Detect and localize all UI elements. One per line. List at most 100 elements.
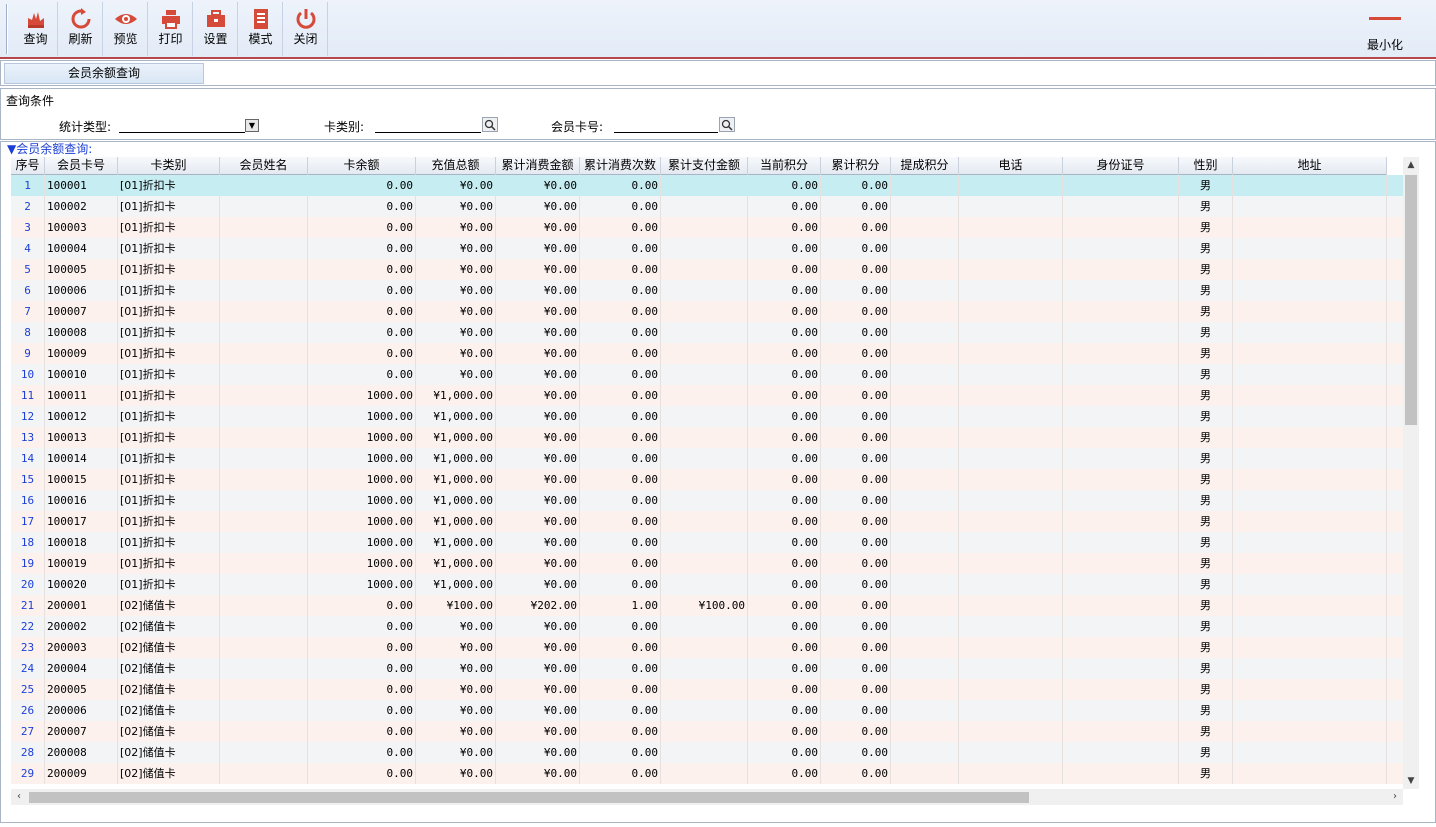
close-button[interactable]: 关闭 bbox=[284, 2, 328, 56]
column-header-phone[interactable]: 电话 bbox=[959, 157, 1063, 175]
table-row[interactable]: 17 100017 [01]折扣卡 1000.00 ¥1,000.00 ¥0.00 0.00… bbox=[11, 511, 1403, 532]
column-header-card-type[interactable]: 卡类别 bbox=[118, 157, 220, 175]
cell-card-type: [02]储值卡 bbox=[118, 595, 220, 616]
minimize-button[interactable]: 最小化 bbox=[1362, 2, 1408, 56]
cell-spend-count: 1.00 bbox=[580, 595, 661, 616]
table-row[interactable]: 10 100010 [01]折扣卡 0.00 ¥0.00 ¥0.00 0.00 0.00 0.0… bbox=[11, 364, 1403, 385]
column-header-recharge-total[interactable]: 充值总额 bbox=[416, 157, 496, 175]
table-row[interactable]: 20 100020 [01]折扣卡 1000.00 ¥1,000.00 ¥0.00 0.00… bbox=[11, 574, 1403, 595]
table-row[interactable]: 3 100003 [01]折扣卡 0.00 ¥0.00 ¥0.00 0.00 0.00 0.00… bbox=[11, 217, 1403, 238]
table-row[interactable]: 25 200005 [02]储值卡 0.00 ¥0.00 ¥0.00 0.00 0.00 0.0… bbox=[11, 679, 1403, 700]
cell-index: 13 bbox=[11, 427, 45, 448]
cell-recharge-total: ¥100.00 bbox=[416, 595, 496, 616]
column-header-total-points[interactable]: 累计积分 bbox=[821, 157, 891, 175]
column-header-gender[interactable]: 性别 bbox=[1179, 157, 1233, 175]
table-row[interactable]: 14 100014 [01]折扣卡 1000.00 ¥1,000.00 ¥0.00 0.00… bbox=[11, 448, 1403, 469]
settings-button[interactable]: 设置 bbox=[194, 2, 238, 56]
cell-total-points: 0.00 bbox=[821, 742, 891, 763]
card-type-input[interactable] bbox=[375, 119, 481, 133]
vertical-scroll-thumb[interactable] bbox=[1405, 175, 1417, 425]
table-row[interactable]: 2 100002 [01]折扣卡 0.00 ¥0.00 ¥0.00 0.00 0.00 0.00… bbox=[11, 196, 1403, 217]
card-no-search-icon[interactable] bbox=[719, 117, 735, 132]
scroll-right-icon[interactable]: › bbox=[1387, 789, 1403, 805]
cell-spend-count: 0.00 bbox=[580, 427, 661, 448]
cell-current-points: 0.00 bbox=[748, 175, 821, 196]
cell-total-paid bbox=[661, 553, 748, 574]
column-header-total-paid[interactable]: 累计支付金额 bbox=[661, 157, 748, 175]
cell-spend-count: 0.00 bbox=[580, 406, 661, 427]
table-row[interactable]: 7 100007 [01]折扣卡 0.00 ¥0.00 ¥0.00 0.00 0.00 0.00… bbox=[11, 301, 1403, 322]
table-row[interactable]: 1 100001 [01]折扣卡 0.00 ¥0.00 ¥0.00 0.00 0.00 0.00… bbox=[11, 175, 1403, 196]
table-row[interactable]: 27 200007 [02]储值卡 0.00 ¥0.00 ¥0.00 0.00 0.00 0.0… bbox=[11, 721, 1403, 742]
table-row[interactable]: 29 200009 [02]储值卡 0.00 ¥0.00 ¥0.00 0.00 0.00 0.0… bbox=[11, 763, 1403, 784]
column-header-address[interactable]: 地址 bbox=[1233, 157, 1387, 175]
table-row[interactable]: 4 100004 [01]折扣卡 0.00 ¥0.00 ¥0.00 0.00 0.00 0.00… bbox=[11, 238, 1403, 259]
table-row[interactable]: 11 100011 [01]折扣卡 1000.00 ¥1,000.00 ¥0.00 0.00… bbox=[11, 385, 1403, 406]
scroll-left-icon[interactable]: ‹ bbox=[11, 789, 27, 805]
print-button[interactable]: 打印 bbox=[149, 2, 193, 56]
column-header-card-no[interactable]: 会员卡号 bbox=[45, 157, 118, 175]
table-row[interactable]: 26 200006 [02]储值卡 0.00 ¥0.00 ¥0.00 0.00 0.00 0.0… bbox=[11, 700, 1403, 721]
table-row[interactable]: 13 100013 [01]折扣卡 1000.00 ¥1,000.00 ¥0.00 0.00… bbox=[11, 427, 1403, 448]
cell-total-points: 0.00 bbox=[821, 469, 891, 490]
table-row[interactable]: 28 200008 [02]储值卡 0.00 ¥0.00 ¥0.00 0.00 0.00 0.0… bbox=[11, 742, 1403, 763]
cell-commission-points bbox=[891, 700, 959, 721]
cell-gender: 男 bbox=[1179, 721, 1233, 742]
table-row[interactable]: 21 200001 [02]储值卡 0.00 ¥100.00 ¥202.00 1.00 ¥10… bbox=[11, 595, 1403, 616]
stat-type-dropdown-arrow-icon[interactable]: ▼ bbox=[245, 119, 259, 132]
stat-type-select[interactable] bbox=[119, 119, 245, 133]
column-header-spend-count[interactable]: 累计消费次数 bbox=[580, 157, 661, 175]
vertical-scrollbar[interactable]: ▲ ▼ bbox=[1403, 157, 1419, 789]
table-row[interactable]: 24 200004 [02]储值卡 0.00 ¥0.00 ¥0.00 0.00 0.00 0.0… bbox=[11, 658, 1403, 679]
refresh-button[interactable]: 刷新 bbox=[59, 2, 103, 56]
table-row[interactable]: 19 100019 [01]折扣卡 1000.00 ¥1,000.00 ¥0.00 0.00… bbox=[11, 553, 1403, 574]
table-row[interactable]: 8 100008 [01]折扣卡 0.00 ¥0.00 ¥0.00 0.00 0.00 0.00… bbox=[11, 322, 1403, 343]
table-row[interactable]: 12 100012 [01]折扣卡 1000.00 ¥1,000.00 ¥0.00 0.00… bbox=[11, 406, 1403, 427]
cell-total-points: 0.00 bbox=[821, 238, 891, 259]
table-row[interactable]: 16 100016 [01]折扣卡 1000.00 ¥1,000.00 ¥0.00 0.00… bbox=[11, 490, 1403, 511]
cell-commission-points bbox=[891, 427, 959, 448]
column-header-index[interactable]: 序号 bbox=[11, 157, 45, 175]
cell-member-name bbox=[220, 217, 308, 238]
cell-commission-points bbox=[891, 469, 959, 490]
cell-total-paid bbox=[661, 217, 748, 238]
table-row[interactable]: 15 100015 [01]折扣卡 1000.00 ¥1,000.00 ¥0.00 0.00… bbox=[11, 469, 1403, 490]
cell-card-no: 100015 bbox=[45, 469, 118, 490]
cell-card-balance: 1000.00 bbox=[308, 511, 416, 532]
column-header-id-number[interactable]: 身份证号 bbox=[1063, 157, 1179, 175]
tab-member-balance-query[interactable]: 会员余额查询 bbox=[4, 63, 204, 84]
cell-address bbox=[1233, 658, 1387, 679]
column-header-current-points[interactable]: 当前积分 bbox=[748, 157, 821, 175]
column-header-member-name[interactable]: 会员姓名 bbox=[220, 157, 308, 175]
table-row[interactable]: 23 200003 [02]储值卡 0.00 ¥0.00 ¥0.00 0.00 0.00 0.0… bbox=[11, 637, 1403, 658]
table-row[interactable]: 6 100006 [01]折扣卡 0.00 ¥0.00 ¥0.00 0.00 0.00 0.00… bbox=[11, 280, 1403, 301]
cell-total-spent: ¥0.00 bbox=[496, 217, 580, 238]
query-button[interactable]: 查询 bbox=[14, 2, 58, 56]
cell-total-paid bbox=[661, 448, 748, 469]
column-header-card-balance[interactable]: 卡余额 bbox=[308, 157, 416, 175]
cell-current-points: 0.00 bbox=[748, 511, 821, 532]
column-header-total-spent[interactable]: 累计消费金额 bbox=[496, 157, 580, 175]
cell-total-spent: ¥0.00 bbox=[496, 637, 580, 658]
scroll-up-icon[interactable]: ▲ bbox=[1403, 157, 1419, 173]
card-type-search-icon[interactable] bbox=[482, 117, 498, 132]
table-row[interactable]: 22 200002 [02]储值卡 0.00 ¥0.00 ¥0.00 0.00 0.00 0.0… bbox=[11, 616, 1403, 637]
card-no-input[interactable] bbox=[614, 119, 718, 133]
mode-button[interactable]: 模式 bbox=[239, 2, 283, 56]
cell-gender: 男 bbox=[1179, 406, 1233, 427]
horizontal-scrollbar[interactable]: ‹ › bbox=[11, 789, 1403, 805]
horizontal-scroll-thumb[interactable] bbox=[29, 792, 1029, 803]
cell-total-spent: ¥0.00 bbox=[496, 301, 580, 322]
cell-total-spent: ¥0.00 bbox=[496, 469, 580, 490]
print-button-label: 打印 bbox=[158, 32, 183, 46]
table-row[interactable]: 5 100005 [01]折扣卡 0.00 ¥0.00 ¥0.00 0.00 0.00 0.00… bbox=[11, 259, 1403, 280]
cell-card-balance: 0.00 bbox=[308, 763, 416, 784]
table-row[interactable]: 9 100009 [01]折扣卡 0.00 ¥0.00 ¥0.00 0.00 0.00 0.00… bbox=[11, 343, 1403, 364]
grid-caption[interactable]: ▼会员余额查询: bbox=[7, 142, 92, 157]
table-row[interactable]: 18 100018 [01]折扣卡 1000.00 ¥1,000.00 ¥0.00 0.00… bbox=[11, 532, 1403, 553]
column-header-commission-points[interactable]: 提成积分 bbox=[891, 157, 959, 175]
scroll-down-icon[interactable]: ▼ bbox=[1403, 773, 1419, 789]
cell-gender: 男 bbox=[1179, 322, 1233, 343]
preview-button[interactable]: 预览 bbox=[104, 2, 148, 56]
cell-card-balance: 0.00 bbox=[308, 595, 416, 616]
